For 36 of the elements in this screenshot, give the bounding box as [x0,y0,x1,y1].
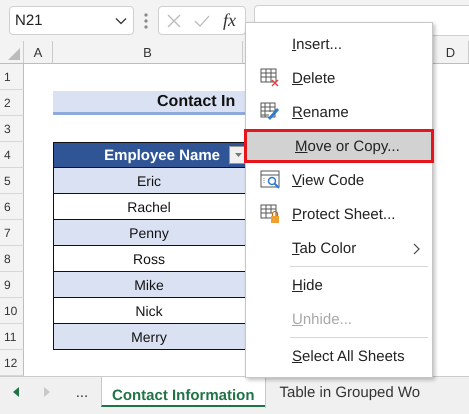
name-box[interactable]: N21 [9,6,134,35]
title-text: Contact In [157,92,236,110]
row-header[interactable]: 10 [0,298,24,324]
table-lock-icon [260,204,280,224]
row-header[interactable]: 3 [0,116,24,142]
chevron-down-icon [115,16,127,24]
magnifier-window-icon [260,170,280,190]
more-sheets-button[interactable]: ... [72,382,92,403]
row-header[interactable]: 1 [0,64,24,90]
insert-function-button[interactable]: fx [223,10,236,31]
row-header[interactable]: 9 [0,272,24,298]
table-pencil-icon [260,102,280,122]
dropdown-arrow-icon [234,153,242,157]
row-header[interactable]: 4 [0,142,24,168]
corner-triangle-icon [8,48,20,60]
triangle-right-icon [44,387,50,397]
row-header[interactable]: 2 [0,90,24,116]
row-header[interactable]: 8 [0,246,24,272]
row-header[interactable]: 11 [0,324,24,350]
cancel-icon [167,14,181,28]
column-header[interactable]: B [53,41,243,63]
menu-item[interactable]: Move or Copy... [244,129,434,163]
header-text: Employee Name [103,146,220,164]
check-icon [194,14,210,26]
row-header[interactable]: 6 [0,194,24,220]
grip-icon [144,12,148,28]
row-header[interactable]: 12 [0,350,24,376]
row-header[interactable]: 5 [0,168,24,194]
menu-item[interactable]: Rename [246,95,432,129]
column-header[interactable]: A [24,41,53,63]
table-delete-icon [260,68,280,88]
sheet-tab[interactable]: Contact Information [101,377,264,407]
menu-item[interactable]: Insert... [246,27,432,61]
row-header[interactable]: 7 [0,220,24,246]
triangle-left-icon [12,387,19,397]
menu-item[interactable]: Delete [246,61,432,95]
